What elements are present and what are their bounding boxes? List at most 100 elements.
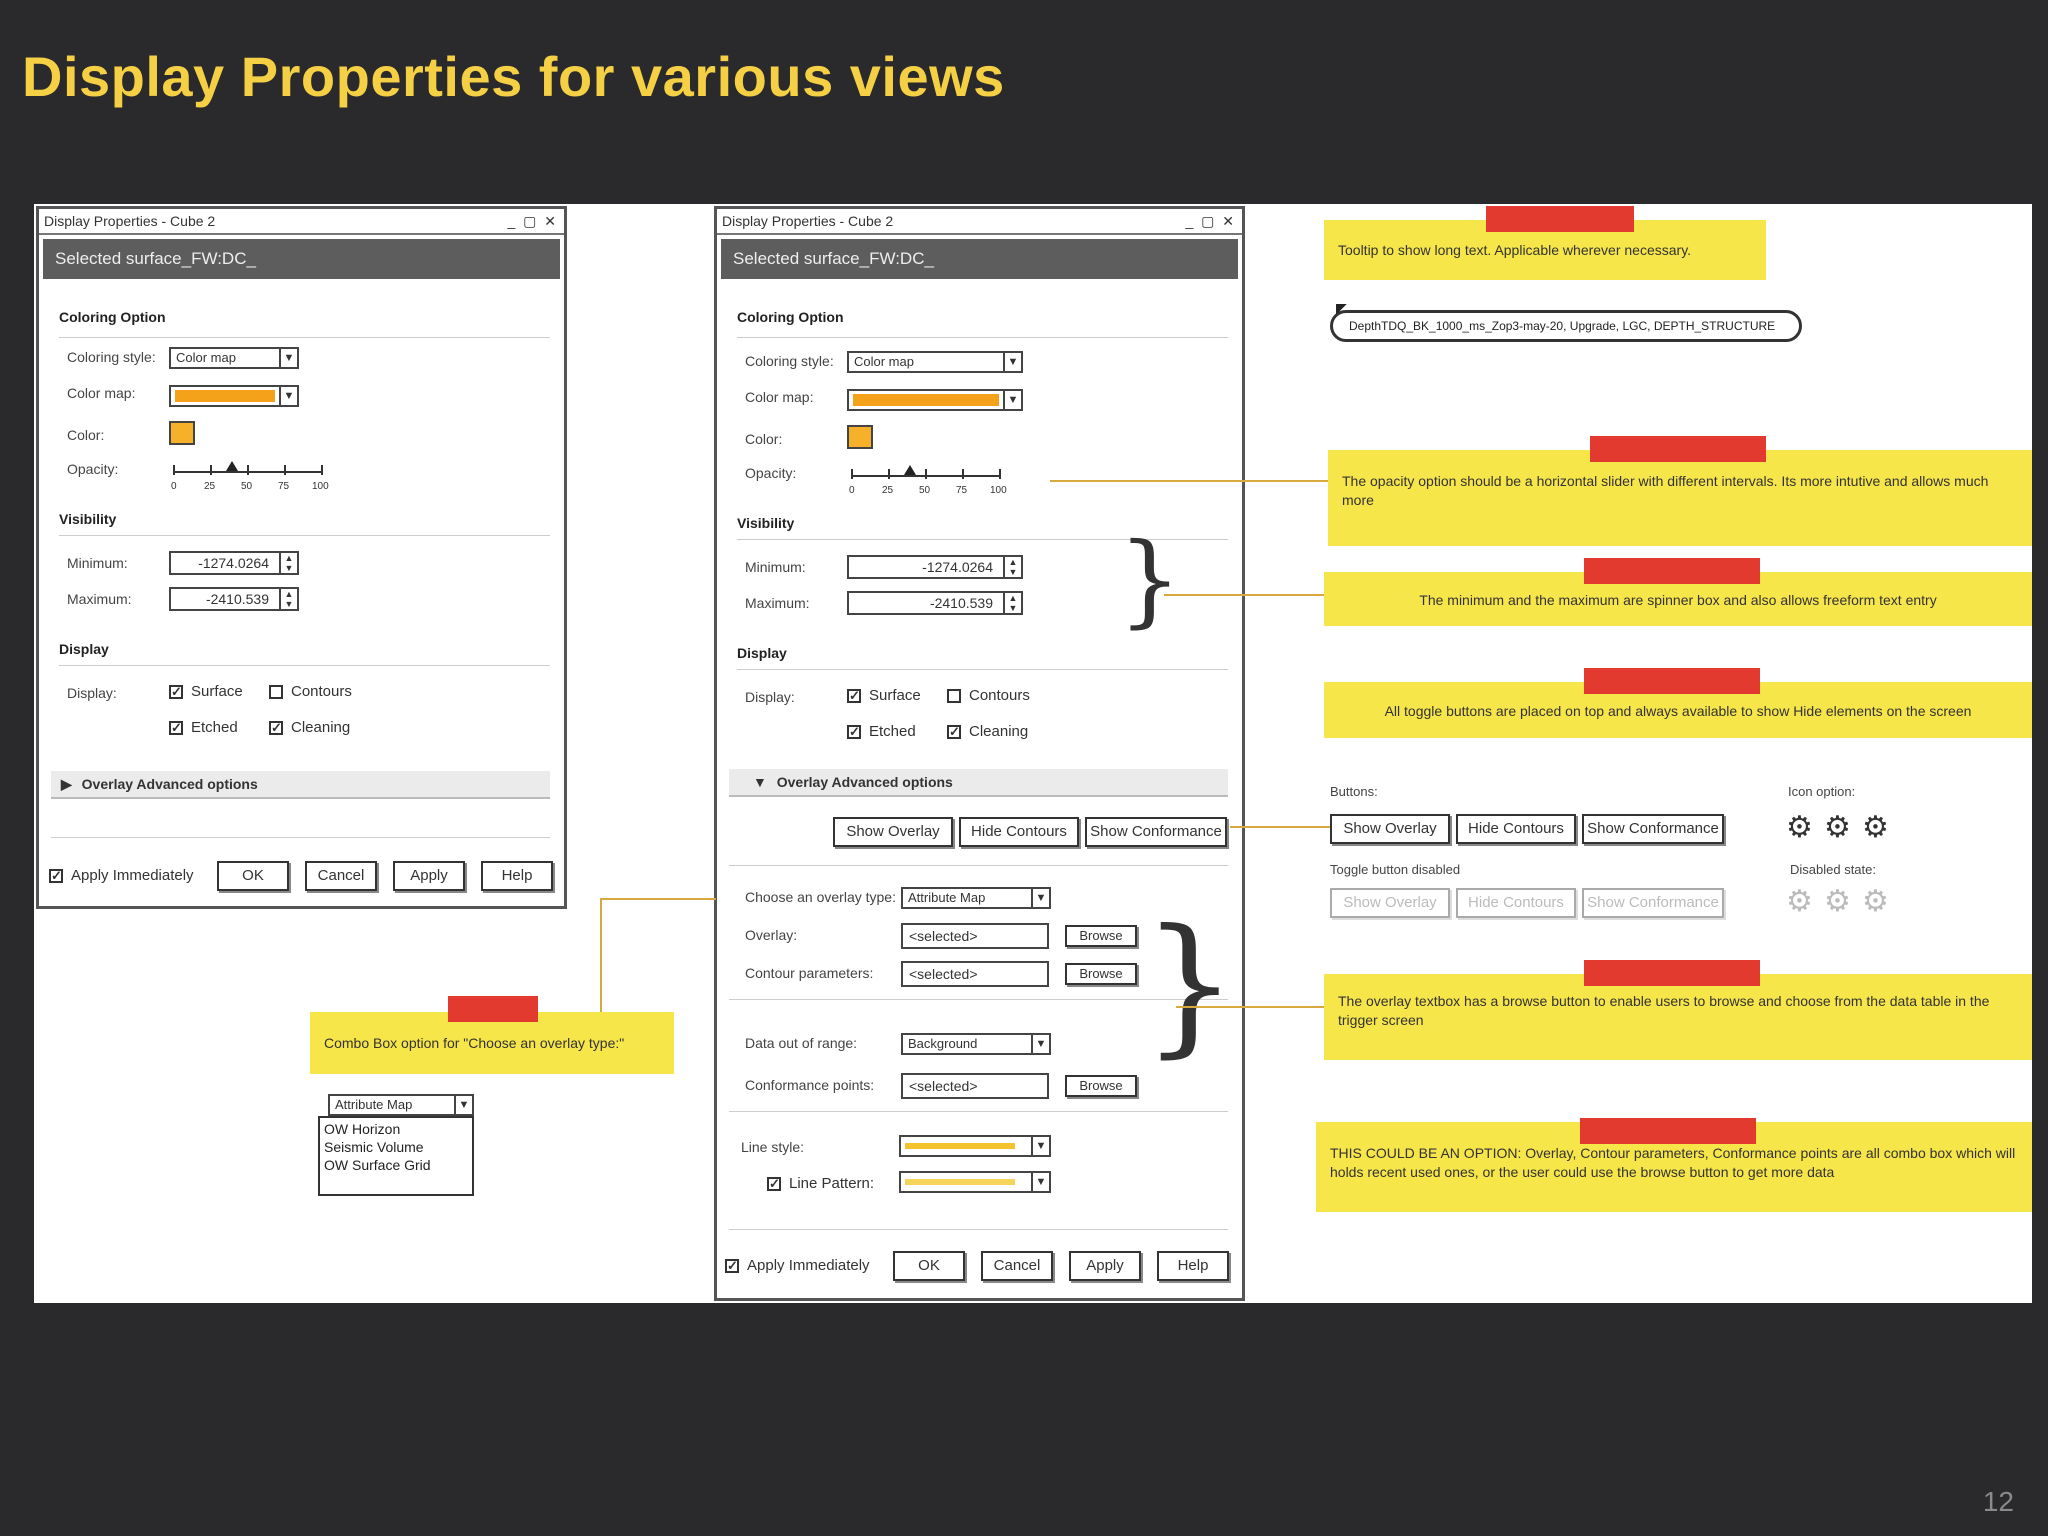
- spinner-arrows-icon[interactable]: ▲ ▼: [1003, 555, 1023, 579]
- contours-checkbox[interactable]: [947, 689, 961, 703]
- chevron-down-icon[interactable]: ▼: [279, 385, 299, 407]
- hide-contours-toggle-button[interactable]: Hide Contours: [959, 817, 1079, 847]
- brace-icon: }: [1118, 521, 1182, 638]
- show-overlay-button-example[interactable]: Show Overlay: [1330, 814, 1450, 844]
- ok-button[interactable]: OK: [217, 861, 289, 891]
- overlay-advanced-label: Overlay Advanced options: [81, 776, 258, 792]
- maximum-spinner[interactable]: -2410.539 ▲ ▼: [847, 591, 1023, 615]
- disabled-state-label: Disabled state:: [1790, 862, 1876, 877]
- chevron-down-icon[interactable]: ▼: [1003, 389, 1023, 411]
- apply-immediately-checkbox[interactable]: ✓: [725, 1259, 739, 1273]
- surface-label: Surface: [869, 687, 921, 704]
- apply-button[interactable]: Apply: [1069, 1251, 1141, 1281]
- surface-checkbox[interactable]: ✓: [847, 689, 861, 703]
- help-button[interactable]: Help: [1157, 1251, 1229, 1281]
- overlay-advanced-toggle[interactable]: ▶ Overlay Advanced options: [51, 771, 550, 799]
- slider-thumb[interactable]: [904, 465, 917, 475]
- color-picker[interactable]: [847, 425, 873, 449]
- tape-strip: [1584, 668, 1760, 694]
- contour-browse-button[interactable]: Browse: [1065, 963, 1137, 985]
- conformance-points-textbox[interactable]: <selected>: [901, 1073, 1049, 1099]
- minimum-spinner[interactable]: -1274.0264 ▲ ▼: [847, 555, 1023, 579]
- chevron-down-icon[interactable]: ▼: [1031, 1171, 1051, 1193]
- divider: [59, 337, 550, 338]
- show-conformance-button-example[interactable]: Show Conformance: [1582, 814, 1724, 844]
- chevron-down-icon[interactable]: ▼: [279, 347, 299, 369]
- slider-tick-label: 100: [990, 485, 1007, 496]
- chevron-down-icon[interactable]: ▼: [1031, 1135, 1051, 1157]
- spinner-arrows-icon[interactable]: ▲ ▼: [1003, 591, 1023, 615]
- show-conformance-toggle-button[interactable]: Show Conformance: [1085, 817, 1227, 847]
- maximum-spinner[interactable]: -2410.539 ▲ ▼: [169, 587, 299, 611]
- color-map-combo[interactable]: ▼: [169, 385, 299, 407]
- dropdown-option[interactable]: Seismic Volume: [324, 1138, 468, 1156]
- color-label: Color:: [67, 427, 105, 443]
- line-style-swatch: [905, 1143, 1015, 1149]
- dropdown-option[interactable]: OW Surface Grid: [324, 1156, 468, 1174]
- surface-label: Surface: [191, 683, 243, 700]
- opacity-slider[interactable]: 0 25 50 75 100: [171, 461, 329, 497]
- cancel-button[interactable]: Cancel: [305, 861, 377, 891]
- attribute-map-combo-example[interactable]: Attribute Map ▼: [328, 1094, 474, 1116]
- hide-contours-button-example[interactable]: Hide Contours: [1456, 814, 1576, 844]
- line-pattern-combo[interactable]: ▼: [899, 1171, 1051, 1193]
- color-map-combo[interactable]: ▼: [847, 389, 1023, 411]
- selected-surface-bar: Selected surface_FW:DC_: [43, 239, 560, 279]
- contours-checkbox[interactable]: [269, 685, 283, 699]
- minimum-value: -1274.0264: [922, 559, 993, 575]
- cancel-button[interactable]: Cancel: [981, 1251, 1053, 1281]
- surface-checkbox[interactable]: ✓: [169, 685, 183, 699]
- color-picker[interactable]: [169, 421, 195, 445]
- window-titlebar: Display Properties - Cube 2 _ ▢ ✕: [39, 209, 564, 235]
- overlay-browse-button[interactable]: Browse: [1065, 925, 1137, 947]
- gear-icon[interactable]: ⚙: [1786, 810, 1813, 845]
- conformance-browse-button[interactable]: Browse: [1065, 1075, 1137, 1097]
- data-out-of-range-value: Background: [908, 1036, 978, 1051]
- gear-icon[interactable]: ⚙: [1824, 810, 1851, 845]
- slider-tick: [284, 465, 286, 475]
- coloring-style-combo[interactable]: Color map ▼: [847, 351, 1023, 373]
- etched-checkbox[interactable]: ✓: [847, 725, 861, 739]
- apply-button[interactable]: Apply: [393, 861, 465, 891]
- chevron-down-icon[interactable]: ▼: [1003, 351, 1023, 373]
- overlay-advanced-toggle[interactable]: ▼ Overlay Advanced options: [729, 769, 1228, 797]
- cleaning-label: Cleaning: [969, 723, 1029, 740]
- slider-tick: [888, 469, 890, 479]
- dropdown-option[interactable]: OW Horizon: [324, 1120, 468, 1138]
- coloring-style-combo[interactable]: Color map ▼: [169, 347, 299, 369]
- slider-tick-label: 100: [312, 481, 329, 492]
- divider: [59, 535, 550, 536]
- tape-strip: [448, 996, 538, 1022]
- minimum-spinner[interactable]: -1274.0264 ▲ ▼: [169, 551, 299, 575]
- slider-tick: [173, 465, 175, 475]
- opacity-slider[interactable]: 0 25 50 75 100: [849, 465, 1007, 501]
- data-out-of-range-combo[interactable]: Background ▼: [901, 1033, 1051, 1055]
- icon-option-label: Icon option:: [1788, 784, 1856, 799]
- slider-thumb[interactable]: [226, 461, 239, 471]
- line-pattern-checkbox[interactable]: ✓: [767, 1177, 781, 1191]
- ok-button[interactable]: OK: [893, 1251, 965, 1281]
- contour-parameters-textbox[interactable]: <selected>: [901, 961, 1049, 987]
- spinner-arrows-icon[interactable]: ▲ ▼: [279, 587, 299, 611]
- chevron-down-icon[interactable]: ▼: [1031, 887, 1051, 909]
- etched-checkbox[interactable]: ✓: [169, 721, 183, 735]
- toggle-disabled-label: Toggle button disabled: [1330, 862, 1461, 877]
- line-style-combo[interactable]: ▼: [899, 1135, 1051, 1157]
- help-button[interactable]: Help: [481, 861, 553, 891]
- window-controls-icon[interactable]: _ ▢ ✕: [507, 209, 558, 233]
- overlay-type-combo[interactable]: Attribute Map ▼: [901, 887, 1051, 909]
- tooltip-pointer-icon: ◤: [1336, 300, 1347, 316]
- attribute-map-value: Attribute Map: [335, 1097, 413, 1112]
- gear-icon[interactable]: ⚙: [1862, 810, 1889, 845]
- cleaning-checkbox[interactable]: ✓: [269, 721, 283, 735]
- chevron-down-icon[interactable]: ▼: [454, 1094, 474, 1116]
- overlay-type-dropdown-list: OW Horizon Seismic Volume OW Surface Gri…: [318, 1116, 474, 1196]
- spinner-arrows-icon[interactable]: ▲ ▼: [279, 551, 299, 575]
- cleaning-checkbox[interactable]: ✓: [947, 725, 961, 739]
- window-controls-icon[interactable]: _ ▢ ✕: [1185, 209, 1236, 233]
- line-pattern-swatch: [905, 1179, 1015, 1185]
- overlay-textbox[interactable]: <selected>: [901, 923, 1049, 949]
- show-overlay-toggle-button[interactable]: Show Overlay: [833, 817, 953, 847]
- apply-immediately-checkbox[interactable]: ✓: [49, 869, 63, 883]
- chevron-down-icon[interactable]: ▼: [1031, 1033, 1051, 1055]
